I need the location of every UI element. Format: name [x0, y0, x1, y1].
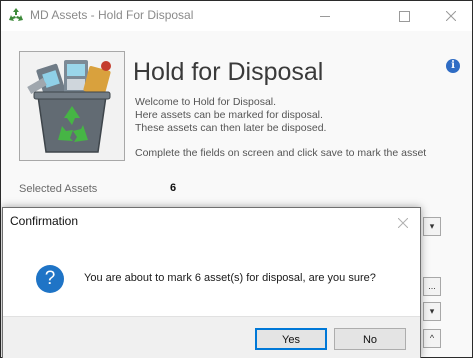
yes-button[interactable]: Yes	[255, 328, 327, 350]
dialog-message: You are about to mark 6 asset(s) for dis…	[84, 272, 376, 284]
window-title: MD Assets - Hold For Disposal	[30, 8, 194, 22]
dialog-close-button[interactable]	[397, 215, 409, 233]
close-icon	[397, 217, 409, 229]
maximize-button[interactable]	[384, 1, 424, 31]
no-button[interactable]: No	[334, 328, 406, 350]
recycle-bin-icon	[27, 60, 111, 153]
minimize-button[interactable]	[306, 1, 346, 31]
browse-button[interactable]: ...	[423, 277, 441, 296]
app-recycle-icon	[9, 8, 23, 21]
page-title: Hold for Disposal	[133, 58, 324, 86]
dialog-footer: Yes No	[3, 316, 420, 358]
dropdown-button-2[interactable]: ▾	[423, 302, 441, 321]
intro-line-3: These assets can then later be disposed.	[135, 122, 327, 134]
close-icon	[446, 11, 456, 21]
dropdown-button[interactable]: ▾	[423, 217, 441, 236]
selected-assets-value: 6	[170, 182, 177, 194]
selected-assets-label: Selected Assets	[19, 183, 98, 195]
title-bar: MD Assets - Hold For Disposal	[1, 1, 472, 31]
close-button[interactable]	[431, 1, 471, 31]
instruction-text: Complete the fields on screen and click …	[135, 147, 427, 159]
dialog-title: Confirmation	[10, 214, 79, 228]
scroll-up-button[interactable]: ^	[423, 329, 441, 348]
info-icon[interactable]: i	[446, 59, 460, 73]
intro-line-2: Here assets can be marked for disposal.	[135, 109, 323, 121]
confirmation-dialog: Confirmation ? You are about to mark 6 a…	[2, 207, 421, 358]
question-icon: ?	[36, 265, 64, 293]
intro-line-1: Welcome to Hold for Disposal.	[135, 96, 277, 108]
recycle-bin-image	[19, 51, 125, 161]
